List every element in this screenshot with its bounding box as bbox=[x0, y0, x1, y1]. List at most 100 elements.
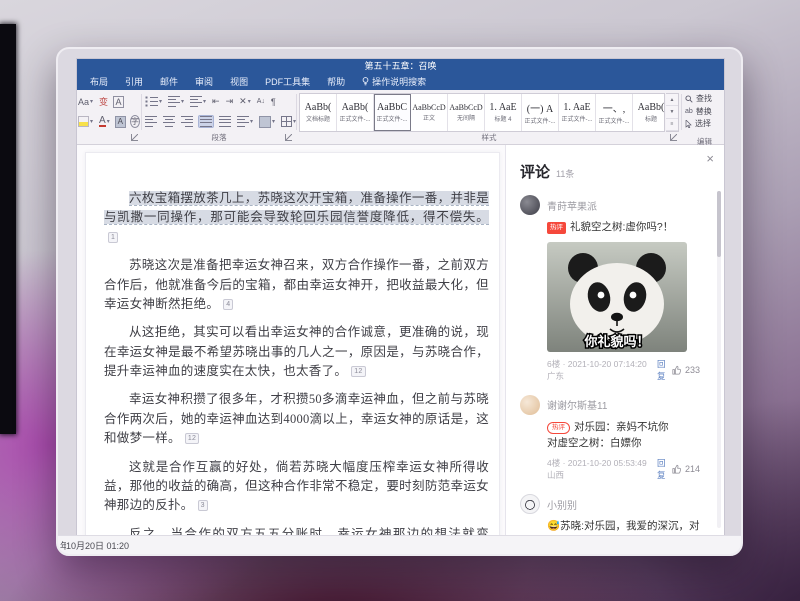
numbering-icon bbox=[168, 96, 180, 107]
comment-username[interactable]: 小别别 bbox=[547, 497, 577, 512]
gallery-more-button[interactable]: ≡ bbox=[666, 119, 678, 131]
scrollbar-thumb[interactable] bbox=[717, 191, 721, 257]
phonetic-guide-button[interactable]: 变 bbox=[98, 95, 109, 108]
style-card[interactable]: AaBbCcD正文 bbox=[411, 94, 448, 131]
comments-scrollbar[interactable] bbox=[717, 191, 721, 528]
character-border-button[interactable]: A bbox=[113, 96, 124, 108]
tab-review[interactable]: 审阅 bbox=[195, 75, 213, 88]
distributed-button[interactable] bbox=[218, 116, 232, 127]
document-title: 第五十五章：召唤 bbox=[364, 59, 436, 72]
shading-button[interactable]: ▾ bbox=[258, 116, 276, 128]
line-spacing-button[interactable]: ▾ bbox=[236, 116, 254, 127]
comment-count-marker[interactable]: 3 bbox=[198, 500, 208, 511]
decrease-indent-button[interactable]: ⇤ bbox=[211, 96, 221, 107]
status-bar: 年 10月20日 01:20 bbox=[58, 535, 741, 554]
style-card[interactable]: (一) A正式文件-... bbox=[522, 94, 559, 131]
text-highlight-button[interactable]: ▾ bbox=[77, 116, 94, 127]
reply-link[interactable]: 回复 bbox=[657, 457, 672, 481]
background-dark-strip bbox=[0, 24, 16, 434]
avatar[interactable] bbox=[520, 494, 540, 514]
find-button[interactable]: 查找 bbox=[685, 93, 724, 104]
font-dialog-launcher[interactable] bbox=[131, 134, 138, 141]
styles-gallery-scroll: ▲ ▼ ≡ bbox=[666, 93, 679, 132]
style-card[interactable]: 1. AaE正式文件-... bbox=[559, 94, 596, 131]
lightbulb-icon bbox=[362, 77, 369, 86]
comment-username[interactable]: 谢谢尔斯基11 bbox=[547, 397, 607, 412]
image-caption: 你礼貌吗！ bbox=[583, 334, 649, 349]
doc-paragraph: 幸运女神积攒了很多年，才积攒50多滴幸运神血，但之前与苏晓合作两次后，她的幸运神… bbox=[104, 390, 489, 448]
ribbon-tab-strip: 布局 引用 邮件 审阅 视图 PDF工具集 帮助 操作说明搜索 bbox=[77, 72, 724, 90]
paragraph-group: ▾ ▾ ▾ ⇤ ⇥ ✕▾ A↓ ¶ bbox=[144, 90, 294, 144]
group-separator bbox=[296, 94, 297, 130]
comments-count: 11条 bbox=[556, 167, 574, 180]
numbering-button[interactable]: ▾ bbox=[167, 96, 185, 107]
comment-text: 对乐园：亲妈不坑你 bbox=[574, 421, 669, 433]
comment-username[interactable]: 青莳苹果派 bbox=[547, 198, 597, 213]
window-titlebar: 第五十五章：召唤 bbox=[77, 59, 724, 72]
style-card[interactable]: AaBbCcD无间隔 bbox=[448, 94, 485, 131]
replace-button[interactable]: ab 替换 bbox=[685, 106, 724, 117]
styles-group: AaBb(文档标题 AaBb(正式文件-... AaBbC正式文件-... Aa… bbox=[299, 90, 679, 144]
document-area: 六枚宝箱摆放茶几上，苏晓这次开宝箱，准备操作一番，并非是与凯撒一同操作，那可能会… bbox=[77, 145, 505, 536]
comment-meta: 6楼 · 2021-10-20 07:14:20 广东 回复 233 bbox=[547, 358, 710, 382]
style-card[interactable]: 1. AaE标题 4 bbox=[485, 94, 522, 131]
asian-layout-button[interactable]: ✕▾ bbox=[238, 96, 252, 107]
comment-image-panda[interactable]: 你礼貌吗！ bbox=[547, 242, 687, 352]
align-center-button[interactable] bbox=[162, 116, 176, 127]
style-card-selected[interactable]: AaBbC正式文件-... bbox=[374, 94, 411, 131]
style-card[interactable]: AaBb(文档标题 bbox=[300, 94, 337, 131]
increase-indent-button[interactable]: ⇥ bbox=[225, 96, 235, 107]
show-hide-marks-button[interactable]: ¶ bbox=[270, 97, 277, 107]
align-left-button[interactable] bbox=[144, 116, 158, 127]
reply-link[interactable]: 回复 bbox=[657, 358, 672, 382]
comment-text: 礼貌空之树:虚你吗?！ bbox=[570, 221, 673, 233]
style-card[interactable]: AaBb(标题 bbox=[633, 94, 665, 131]
paragraph-text-highlighted[interactable]: 六枚宝箱摆放茶几上，苏晓这次开宝箱，准备操作一番，并非是与凯撒一同操作，那可能会… bbox=[104, 191, 489, 224]
avatar[interactable] bbox=[520, 395, 540, 415]
comment-count-marker[interactable]: 12 bbox=[185, 433, 199, 444]
comment-count-marker[interactable]: 4 bbox=[223, 299, 233, 310]
styles-gallery: AaBb(文档标题 AaBb(正式文件-... AaBbC正式文件-... Aa… bbox=[299, 93, 665, 132]
borders-icon bbox=[281, 116, 292, 127]
comment-count-marker[interactable]: 12 bbox=[351, 366, 365, 377]
multilevel-icon bbox=[190, 96, 202, 107]
tab-references[interactable]: 引用 bbox=[125, 75, 143, 88]
paragraph-dialog-launcher[interactable] bbox=[285, 134, 292, 141]
close-icon[interactable]: × bbox=[706, 152, 714, 165]
comment-item: 谢谢尔斯基11 热评对乐园：亲妈不坑你 对虚空之树：白嫖你 4楼 · 2021-… bbox=[520, 395, 710, 482]
gallery-up-button[interactable]: ▲ bbox=[666, 94, 678, 106]
tab-help[interactable]: 帮助 bbox=[327, 75, 345, 88]
enclose-characters-button[interactable]: 字 bbox=[130, 115, 140, 128]
change-case-button[interactable]: Aa▾ bbox=[77, 97, 94, 107]
character-shading-button[interactable]: A bbox=[115, 116, 126, 128]
bullets-icon bbox=[145, 96, 158, 107]
tell-me-search[interactable]: 操作说明搜索 bbox=[362, 75, 426, 88]
tab-layout[interactable]: 布局 bbox=[90, 75, 108, 88]
tell-me-search-label: 操作说明搜索 bbox=[372, 75, 426, 88]
avatar[interactable] bbox=[520, 195, 540, 215]
tab-view[interactable]: 视图 bbox=[230, 75, 248, 88]
borders-button[interactable]: ▾ bbox=[280, 116, 297, 127]
bullets-button[interactable]: ▾ bbox=[144, 96, 163, 107]
font-color-button[interactable]: A▾ bbox=[98, 117, 111, 127]
justify-button[interactable] bbox=[198, 115, 214, 128]
multilevel-list-button[interactable]: ▾ bbox=[189, 96, 207, 107]
chevron-down-icon: ▾ bbox=[90, 98, 93, 105]
comment-count-marker[interactable]: 1 bbox=[108, 232, 118, 243]
document-page[interactable]: 六枚宝箱摆放茶几上，苏晓这次开宝箱，准备操作一番，并非是与凯撒一同操作，那可能会… bbox=[85, 152, 500, 536]
highlight-color-icon bbox=[78, 116, 89, 127]
like-button[interactable]: 214 bbox=[672, 464, 710, 474]
gallery-down-button[interactable]: ▼ bbox=[666, 106, 678, 118]
align-right-button[interactable] bbox=[180, 116, 194, 127]
select-button[interactable]: 选择 bbox=[685, 118, 724, 129]
tab-pdf-tools[interactable]: PDF工具集 bbox=[265, 75, 310, 88]
sort-button[interactable]: A↓ bbox=[256, 98, 266, 105]
tab-mailings[interactable]: 邮件 bbox=[160, 75, 178, 88]
styles-group-label: 样式 bbox=[299, 132, 679, 143]
style-card[interactable]: 一、,正式文件-... bbox=[596, 94, 633, 131]
styles-dialog-launcher[interactable] bbox=[670, 134, 677, 141]
style-card[interactable]: AaBb(正式文件-... bbox=[337, 94, 374, 131]
distributed-icon bbox=[219, 116, 231, 127]
like-button[interactable]: 233 bbox=[672, 365, 710, 375]
ribbon: Aa▾ 变 A ▾ A▾ A 字 ▾ bbox=[77, 90, 724, 145]
